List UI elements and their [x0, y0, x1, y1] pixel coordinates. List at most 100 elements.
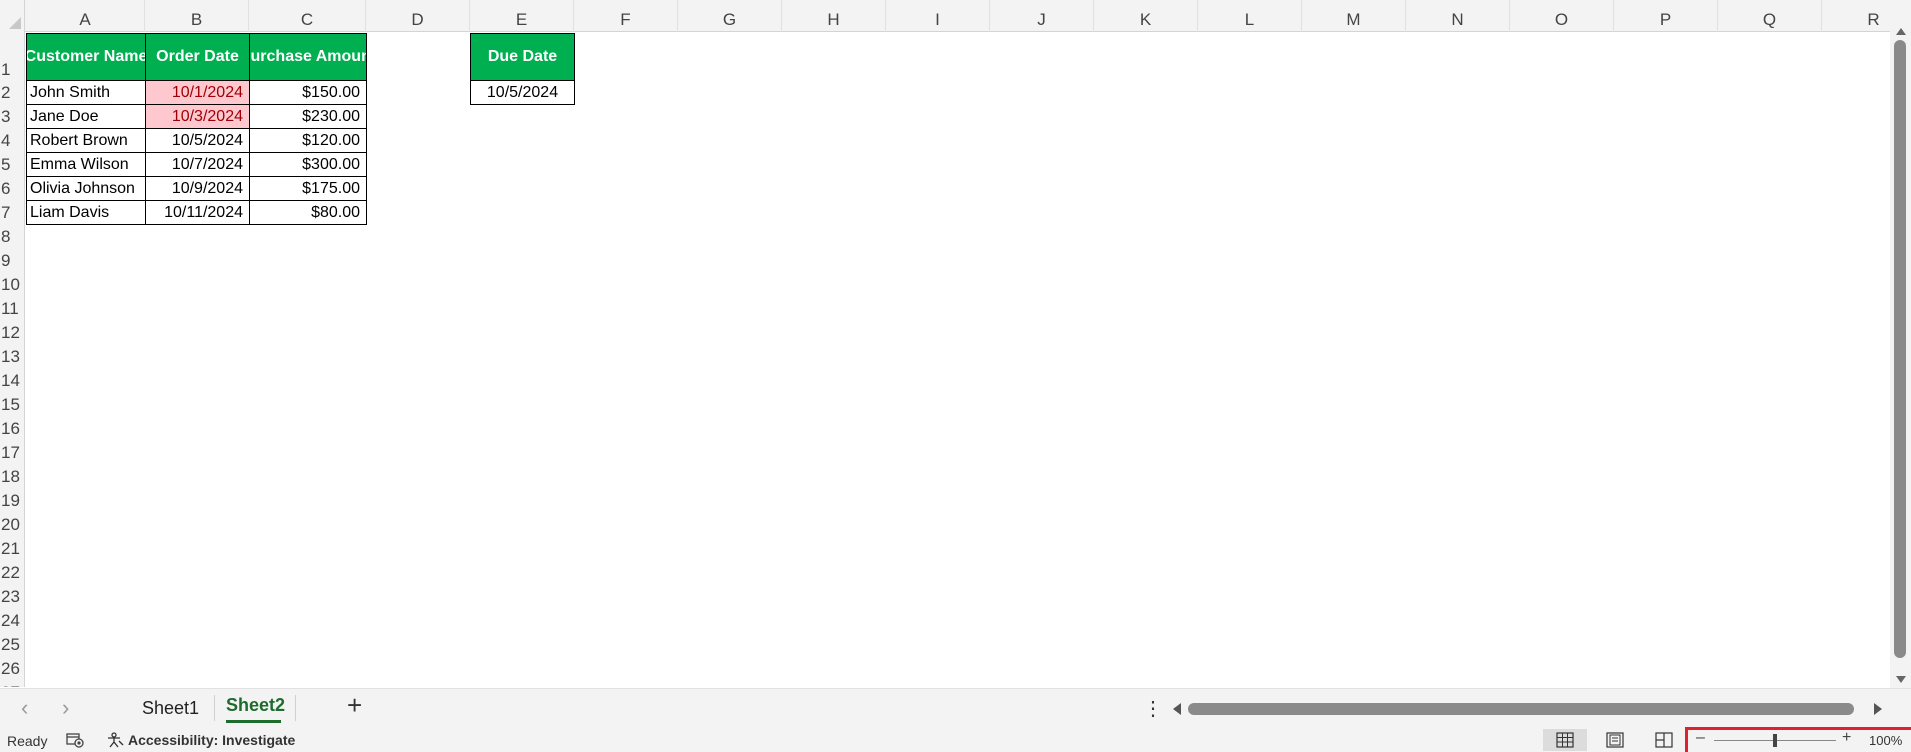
normal-view-button[interactable]	[1543, 729, 1587, 751]
add-sheet-button[interactable]: +	[347, 690, 362, 721]
cell-b6[interactable]: 10/9/2024	[145, 176, 250, 201]
row-header-5[interactable]: 5	[0, 155, 24, 175]
row-header-25[interactable]: 25	[0, 635, 24, 655]
vertical-scrollbar[interactable]	[1890, 0, 1911, 690]
column-header-m[interactable]: M	[1302, 0, 1406, 32]
cell-a4[interactable]: Robert Brown	[26, 128, 146, 153]
cell-c3[interactable]: $230.00	[249, 104, 367, 129]
column-header-h[interactable]: H	[782, 0, 886, 32]
row-header-9[interactable]: 9	[0, 251, 24, 271]
cell-e2[interactable]: 10/5/2024	[470, 80, 575, 105]
column-header-a[interactable]: A	[26, 0, 145, 32]
tab-separator	[295, 695, 296, 721]
column-header-q[interactable]: Q	[1718, 0, 1822, 32]
cell-c7[interactable]: $80.00	[249, 200, 367, 225]
cell-a2[interactable]: John Smith	[26, 80, 146, 105]
zoom-in-button[interactable]: +	[1842, 729, 1851, 747]
horizontal-scroll-thumb[interactable]	[1188, 703, 1854, 715]
tab-sheet2[interactable]: Sheet2	[226, 695, 285, 716]
zoom-percentage[interactable]: 100%	[1869, 733, 1902, 748]
column-header-p[interactable]: P	[1614, 0, 1718, 32]
row-header-17[interactable]: 17	[0, 443, 24, 463]
scroll-down-icon[interactable]	[1896, 676, 1906, 683]
status-ready-text: Ready	[7, 733, 48, 749]
cell-b2[interactable]: 10/1/2024	[145, 80, 250, 105]
accessibility-status[interactable]: Accessibility: Investigate	[106, 732, 295, 748]
header-cell-purchase-amount[interactable]: Purchase Amount	[249, 33, 367, 81]
column-header-f[interactable]: F	[574, 0, 678, 32]
row-header-4[interactable]: 4	[0, 131, 24, 151]
row-header-10[interactable]: 10	[0, 275, 24, 295]
scroll-left-icon[interactable]	[1173, 703, 1181, 715]
cell-c4[interactable]: $120.00	[249, 128, 367, 153]
row-header-26[interactable]: 26	[0, 659, 24, 679]
row-header-12[interactable]: 12	[0, 323, 24, 343]
cell-c5[interactable]: $300.00	[249, 152, 367, 177]
cell-b5[interactable]: 10/7/2024	[145, 152, 250, 177]
row-header-bar: 1 2 3 4 5 6 7 8 9 10 11 12 13 14 15 16 1…	[0, 32, 25, 687]
column-header-g[interactable]: G	[678, 0, 782, 32]
select-all-triangle-icon	[9, 17, 21, 29]
row-header-11[interactable]: 11	[0, 299, 24, 319]
row-header-6[interactable]: 6	[0, 179, 24, 199]
header-cell-due-date[interactable]: Due Date	[470, 33, 575, 81]
cell-a3[interactable]: Jane Doe	[26, 104, 146, 129]
cell-grid[interactable]: Customer Name Order Date Purchase Amount…	[26, 33, 1890, 687]
more-vertical-icon[interactable]: ⋮	[1143, 696, 1163, 721]
column-header-o[interactable]: O	[1510, 0, 1614, 32]
cell-c6[interactable]: $175.00	[249, 176, 367, 201]
column-header-n[interactable]: N	[1406, 0, 1510, 32]
page-layout-view-button[interactable]	[1593, 729, 1637, 751]
row-header-22[interactable]: 22	[0, 563, 24, 583]
tab-sheet1[interactable]: Sheet1	[142, 698, 199, 719]
chevron-right-icon[interactable]: ›	[62, 695, 69, 721]
status-bar: Ready Accessibility: Investigate – + 100…	[0, 727, 1911, 752]
normal-view-icon	[1556, 732, 1574, 748]
row-header-19[interactable]: 19	[0, 491, 24, 511]
column-header-c[interactable]: C	[249, 0, 366, 32]
macro-record-icon[interactable]	[66, 732, 84, 748]
zoom-out-button[interactable]: –	[1696, 729, 1705, 747]
row-header-16[interactable]: 16	[0, 419, 24, 439]
column-header-k[interactable]: K	[1094, 0, 1198, 32]
cell-b3[interactable]: 10/3/2024	[145, 104, 250, 129]
row-header-14[interactable]: 14	[0, 371, 24, 391]
scroll-up-icon[interactable]	[1896, 28, 1906, 35]
row-header-15[interactable]: 15	[0, 395, 24, 415]
column-header-bar: A B C D E F G H I J K L M N O P Q R	[0, 0, 1890, 32]
column-header-j[interactable]: J	[990, 0, 1094, 32]
page-break-view-button[interactable]	[1642, 729, 1686, 751]
row-header-13[interactable]: 13	[0, 347, 24, 367]
row-header-3[interactable]: 3	[0, 107, 24, 127]
column-header-b[interactable]: B	[145, 0, 249, 32]
cell-a6[interactable]: Olivia Johnson	[26, 176, 146, 201]
row-header-8[interactable]: 8	[0, 227, 24, 247]
vertical-scroll-thumb[interactable]	[1894, 40, 1906, 658]
row-header-24[interactable]: 24	[0, 611, 24, 631]
zoom-slider-thumb[interactable]	[1773, 734, 1777, 747]
page-break-view-icon	[1655, 732, 1673, 748]
row-header-18[interactable]: 18	[0, 467, 24, 487]
row-header-23[interactable]: 23	[0, 587, 24, 607]
row-header-20[interactable]: 20	[0, 515, 24, 535]
select-all-corner[interactable]	[0, 0, 25, 32]
header-cell-customer-name[interactable]: Customer Name	[26, 33, 146, 81]
row-header-21[interactable]: 21	[0, 539, 24, 559]
row-header-2[interactable]: 2	[0, 83, 24, 103]
column-header-l[interactable]: L	[1198, 0, 1302, 32]
header-cell-order-date[interactable]: Order Date	[145, 33, 250, 81]
cell-b4[interactable]: 10/5/2024	[145, 128, 250, 153]
scroll-right-icon[interactable]	[1874, 703, 1882, 715]
column-header-d[interactable]: D	[366, 0, 470, 32]
cell-a7[interactable]: Liam Davis	[26, 200, 146, 225]
row-header-1[interactable]: 1	[0, 60, 24, 80]
row-header-7[interactable]: 7	[0, 203, 24, 223]
active-tab-underline	[226, 720, 281, 723]
cell-b7[interactable]: 10/11/2024	[145, 200, 250, 225]
column-header-i[interactable]: I	[886, 0, 990, 32]
column-header-e[interactable]: E	[470, 0, 574, 32]
row-header-27[interactable]: 27	[0, 683, 24, 687]
cell-a5[interactable]: Emma Wilson	[26, 152, 146, 177]
cell-c2[interactable]: $150.00	[249, 80, 367, 105]
chevron-left-icon[interactable]: ‹	[21, 695, 28, 721]
